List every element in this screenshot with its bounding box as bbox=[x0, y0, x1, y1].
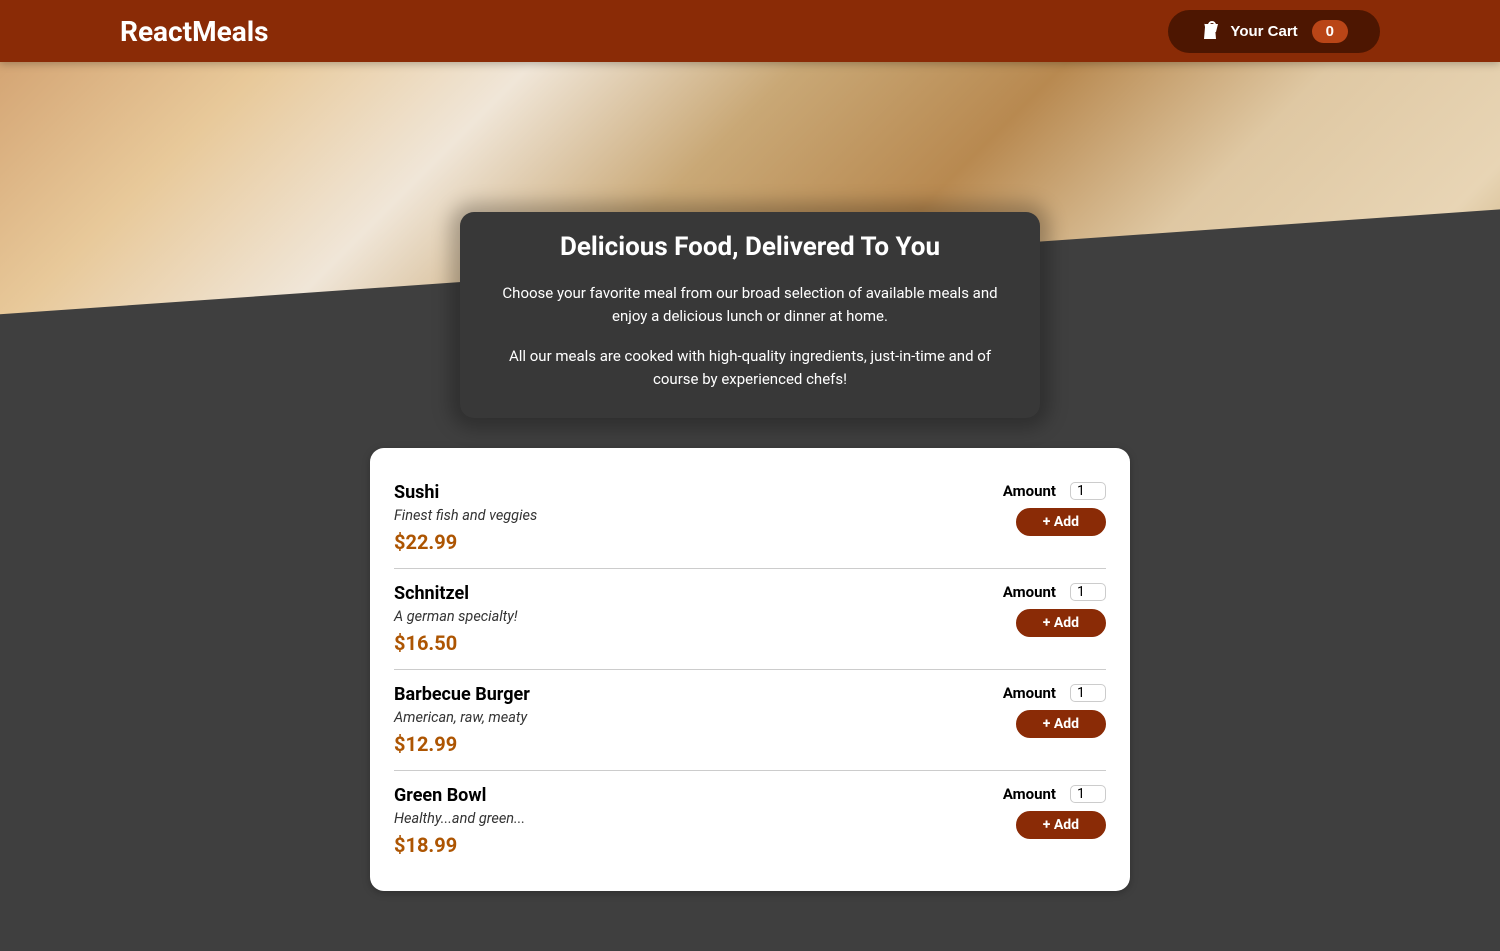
meal-price: $18.99 bbox=[394, 833, 525, 857]
amount-row: Amount bbox=[1003, 482, 1106, 500]
amount-label: Amount bbox=[1003, 684, 1056, 702]
meal-info: Barbecue Burger American, raw, meaty $12… bbox=[394, 684, 530, 756]
amount-input[interactable] bbox=[1070, 583, 1106, 601]
meal-form: Amount + Add bbox=[1003, 785, 1106, 857]
cart-count-badge: 0 bbox=[1312, 20, 1348, 43]
header: ReactMeals Your Cart 0 bbox=[0, 0, 1500, 62]
amount-label: Amount bbox=[1003, 583, 1056, 601]
meal-form: Amount + Add bbox=[1003, 684, 1106, 756]
meal-form: Amount + Add bbox=[1003, 482, 1106, 554]
add-button[interactable]: + Add bbox=[1016, 811, 1106, 839]
meal-name: Sushi bbox=[394, 482, 537, 503]
meals-list: Sushi Finest fish and veggies $22.99 Amo… bbox=[394, 468, 1106, 871]
meal-description: Finest fish and veggies bbox=[394, 507, 537, 524]
meal-price: $16.50 bbox=[394, 631, 518, 655]
meal-item: Green Bowl Healthy...and green... $18.99… bbox=[394, 771, 1106, 871]
meal-info: Green Bowl Healthy...and green... $18.99 bbox=[394, 785, 525, 857]
cart-icon bbox=[1200, 21, 1220, 41]
meal-item: Barbecue Burger American, raw, meaty $12… bbox=[394, 670, 1106, 771]
summary-text-1: Choose your favorite meal from our broad… bbox=[490, 282, 1010, 327]
add-button[interactable]: + Add bbox=[1016, 609, 1106, 637]
meal-price: $12.99 bbox=[394, 732, 530, 756]
meal-info: Schnitzel A german specialty! $16.50 bbox=[394, 583, 518, 655]
amount-label: Amount bbox=[1003, 482, 1056, 500]
amount-row: Amount bbox=[1003, 785, 1106, 803]
add-button[interactable]: + Add bbox=[1016, 508, 1106, 536]
cart-button[interactable]: Your Cart 0 bbox=[1168, 10, 1380, 53]
meal-description: Healthy...and green... bbox=[394, 810, 525, 827]
meal-form: Amount + Add bbox=[1003, 583, 1106, 655]
meal-price: $22.99 bbox=[394, 530, 537, 554]
amount-input[interactable] bbox=[1070, 785, 1106, 803]
meal-item: Schnitzel A german specialty! $16.50 Amo… bbox=[394, 569, 1106, 670]
meal-description: American, raw, meaty bbox=[394, 709, 530, 726]
meal-name: Green Bowl bbox=[394, 785, 525, 806]
meal-name: Barbecue Burger bbox=[394, 684, 530, 705]
meal-item: Sushi Finest fish and veggies $22.99 Amo… bbox=[394, 468, 1106, 569]
summary-card: Delicious Food, Delivered To You Choose … bbox=[460, 212, 1040, 418]
amount-label: Amount bbox=[1003, 785, 1056, 803]
amount-row: Amount bbox=[1003, 684, 1106, 702]
meal-name: Schnitzel bbox=[394, 583, 518, 604]
meal-description: A german specialty! bbox=[394, 608, 518, 625]
amount-input[interactable] bbox=[1070, 684, 1106, 702]
app-title: ReactMeals bbox=[120, 15, 269, 48]
meal-info: Sushi Finest fish and veggies $22.99 bbox=[394, 482, 537, 554]
add-button[interactable]: + Add bbox=[1016, 710, 1106, 738]
summary-heading: Delicious Food, Delivered To You bbox=[490, 232, 1010, 262]
amount-input[interactable] bbox=[1070, 482, 1106, 500]
meals-card: Sushi Finest fish and veggies $22.99 Amo… bbox=[370, 448, 1130, 891]
amount-row: Amount bbox=[1003, 583, 1106, 601]
summary-text-2: All our meals are cooked with high-quali… bbox=[490, 345, 1010, 390]
cart-label: Your Cart bbox=[1230, 23, 1297, 40]
